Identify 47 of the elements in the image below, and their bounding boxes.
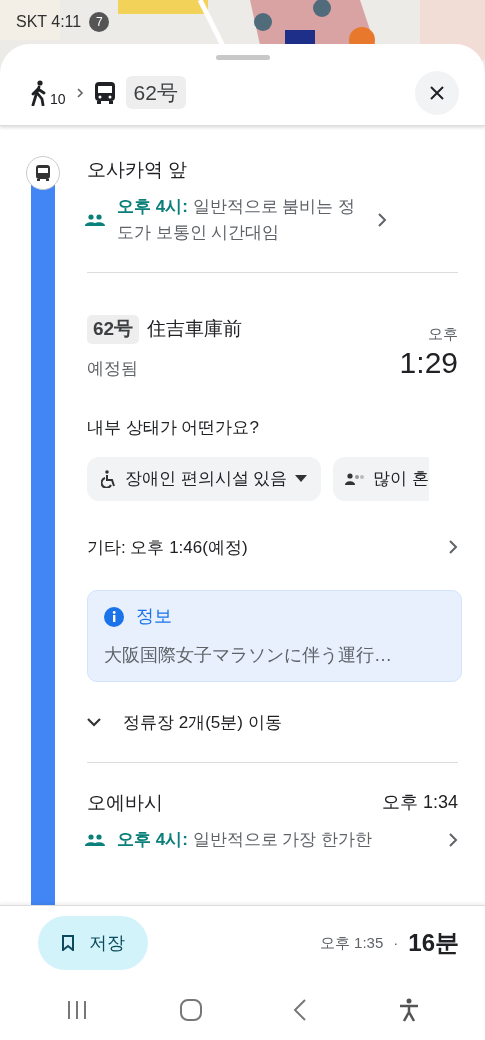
status-chip[interactable]: 장애인 편의시설 있음	[87, 456, 322, 501]
back-icon[interactable]	[293, 999, 308, 1021]
info-card[interactable]: 정보 大阪国際女子マラソンに伴う運行…	[87, 590, 462, 682]
arrival-time: 오후 1:35	[319, 932, 384, 953]
crowd-text: 오후 4시: 일반적으로 가장 한가한	[117, 829, 373, 851]
destination: 住吉車庫前	[147, 317, 243, 341]
recent-apps-icon[interactable]	[65, 1000, 88, 1020]
question-text: 내부 상태가 어떤가요?	[87, 417, 260, 439]
info-icon	[104, 606, 124, 627]
crowd-info-row[interactable]: 오후 4시: 일반적으로 가장 한가한	[85, 827, 458, 853]
route-badge: 62号	[87, 315, 140, 344]
close-icon	[430, 85, 444, 100]
arrival-time: 오후 1:34	[381, 790, 458, 814]
departure-time: 1:29	[399, 345, 458, 381]
crowd-info-row[interactable]: 오후 4시: 일반적으로 붐비는 정도가 보통인 시간대임	[85, 194, 458, 246]
chevron-right-icon	[377, 212, 387, 228]
status-chip[interactable]: 많이 혼	[333, 456, 430, 501]
time-period: 오후	[428, 323, 458, 344]
bus-icon	[34, 164, 52, 182]
wheelchair-icon	[101, 469, 117, 488]
save-button[interactable]: 저장	[38, 916, 148, 970]
chevron-right-icon	[448, 539, 458, 556]
stop-name: 오에바시	[87, 790, 163, 815]
info-text: 大阪国際女子マラソンに伴う運行…	[104, 644, 393, 667]
route-badge: 62号	[125, 75, 186, 110]
people-icon	[85, 834, 105, 846]
crowd-text: 오후 4시: 일반적으로 붐비는 정도가 보통인 시간대임	[117, 196, 356, 244]
trip-duration: 16분	[408, 928, 459, 958]
schedule-status: 예정됨	[87, 357, 139, 380]
info-title: 정보	[136, 605, 172, 628]
drag-handle[interactable]	[215, 55, 270, 60]
walk-minutes: 10	[50, 91, 66, 106]
accessibility-icon[interactable]	[399, 998, 420, 1022]
close-button[interactable]	[415, 70, 459, 115]
status-time: SKT 4:11	[16, 12, 82, 32]
dropdown-arrow-icon	[295, 475, 308, 482]
walking-person-icon	[30, 79, 48, 106]
other-departures-row[interactable]: 기타: 오후 1:46(예정)	[87, 534, 458, 560]
chevron-right-icon	[448, 832, 458, 848]
people-icon	[85, 214, 105, 226]
bookmark-icon	[61, 935, 75, 951]
chevron-right-icon	[75, 86, 84, 99]
home-icon[interactable]	[179, 999, 202, 1021]
bus-icon	[93, 80, 116, 105]
stop-name: 오사카역 앞	[87, 158, 189, 182]
stops-toggle[interactable]: 정류장 2개(5분) 이동	[87, 710, 458, 736]
separator-dot: ·	[393, 932, 399, 953]
